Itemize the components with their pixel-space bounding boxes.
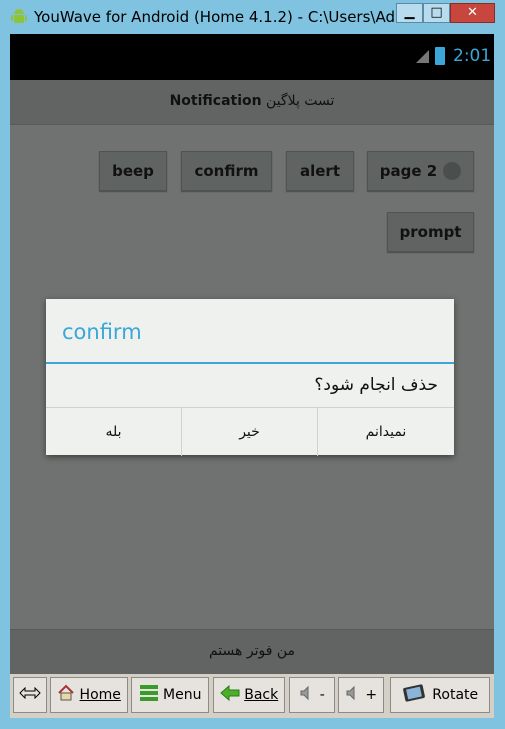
rotate-button-label: Rotate <box>432 687 479 703</box>
menu-button-label: Menu <box>163 687 202 703</box>
page-title-bold: Notification <box>169 93 262 109</box>
emulator-toolbar: Home Menu Back - + Rotate <box>10 674 494 718</box>
menu-icon <box>139 685 158 701</box>
forward-icon <box>443 161 462 180</box>
volume-down-button[interactable]: - <box>289 677 335 713</box>
back-arrow-icon <box>220 684 240 702</box>
close-button[interactable]: ✕ <box>450 3 495 23</box>
footer-text: من فوتر هستم <box>208 643 296 659</box>
dialog-title: confirm <box>62 320 142 344</box>
home-button-label: Home <box>79 687 121 703</box>
volume-up-button[interactable]: + <box>338 677 384 713</box>
page-title: Notification تست پلاگین <box>10 93 494 109</box>
back-button[interactable]: Back <box>213 677 285 713</box>
android-screen: 2:01 Notification تست پلاگین beep confir… <box>10 34 494 674</box>
back-button-label: Back <box>244 687 279 703</box>
emulator-window: YouWave for Android (Home 4.1.2) - C:\Us… <box>0 0 505 729</box>
dialog-button-bar: بله خیر نمیدانم <box>46 407 454 456</box>
dialog-dontknow-button[interactable]: نمیدانم <box>318 408 454 456</box>
dialog-no-button[interactable]: خیر <box>182 408 318 456</box>
speaker-icon <box>346 685 355 701</box>
maximize-button[interactable]: □ <box>423 3 450 23</box>
window-title: YouWave for Android (Home 4.1.2) - C:\Us… <box>34 8 394 26</box>
resize-arrows-icon <box>19 686 41 700</box>
rotate-device-icon <box>402 684 425 702</box>
minimize-button[interactable]: ▁ <box>396 3 423 23</box>
action-bar: Notification تست پلاگین <box>10 80 494 125</box>
dialog-divider <box>46 362 454 364</box>
rotate-button[interactable]: Rotate <box>390 677 490 713</box>
status-time: 2:01 <box>453 46 492 66</box>
speaker-icon <box>300 685 309 701</box>
status-bar: 2:01 <box>10 34 494 80</box>
signal-icon <box>416 50 429 63</box>
battery-icon <box>435 47 445 65</box>
dialog-message: حذف انجام شود؟ <box>314 375 438 395</box>
confirm-dialog: confirm حذف انجام شود؟ بله خیر نمیدانم <box>46 299 454 456</box>
prompt-button[interactable]: prompt <box>387 212 474 252</box>
dialog-yes-button[interactable]: بله <box>46 408 182 456</box>
footer-bar: من فوتر هستم <box>10 629 494 674</box>
alert-button[interactable]: alert <box>286 151 354 191</box>
page2-button[interactable]: page 2 <box>367 151 474 191</box>
window-titlebar[interactable]: YouWave for Android (Home 4.1.2) - C:\Us… <box>0 0 505 34</box>
volume-down-label: - <box>319 687 325 703</box>
home-icon <box>58 684 74 701</box>
confirm-button[interactable]: confirm <box>181 151 272 191</box>
beep-button[interactable]: beep <box>99 151 167 191</box>
page-title-rtl: تست پلاگین <box>266 93 335 109</box>
page2-button-label: page 2 <box>379 162 438 180</box>
menu-button[interactable]: Menu <box>131 677 209 713</box>
android-icon <box>11 9 27 23</box>
home-button[interactable]: Home <box>50 677 128 713</box>
resize-button[interactable] <box>13 677 47 713</box>
volume-up-label: + <box>365 687 378 703</box>
window-bottom-border <box>0 718 505 729</box>
